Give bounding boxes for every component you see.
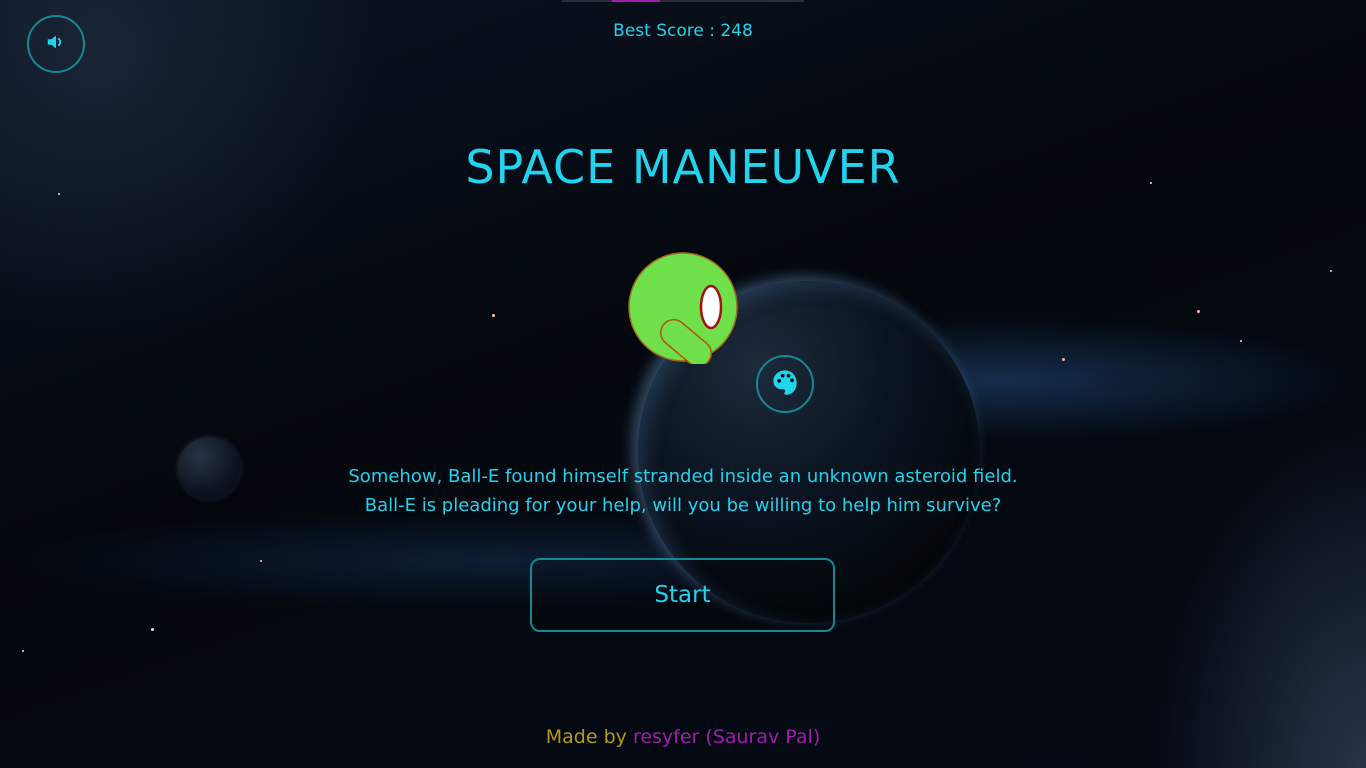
star	[1330, 270, 1332, 272]
star	[1197, 310, 1200, 313]
start-button[interactable]: Start	[530, 558, 835, 632]
star	[22, 650, 24, 652]
story-line: Ball-E is pleading for your help, will y…	[364, 495, 1002, 516]
game-title: SPACE MANEUVER	[465, 140, 901, 194]
ball-e-character	[627, 252, 739, 368]
star	[492, 314, 495, 317]
progress-track	[562, 0, 804, 2]
star	[1062, 358, 1065, 361]
best-score: Best Score : 248	[613, 21, 753, 41]
footer-credit: Made by resyfer (Saurav Pal)	[0, 726, 1366, 748]
made-by-label: Made by	[545, 726, 627, 748]
story-text: Somehow, Ball-E found himself stranded i…	[0, 462, 1366, 520]
palette-icon	[771, 368, 799, 400]
author-link[interactable]: resyfer (Saurav Pal)	[633, 726, 820, 748]
progress-fill	[612, 0, 660, 2]
star	[151, 628, 154, 631]
star	[260, 560, 262, 562]
story-line: Somehow, Ball-E found himself stranded i…	[348, 466, 1018, 487]
palette-button[interactable]	[756, 355, 814, 413]
star	[1240, 340, 1242, 342]
